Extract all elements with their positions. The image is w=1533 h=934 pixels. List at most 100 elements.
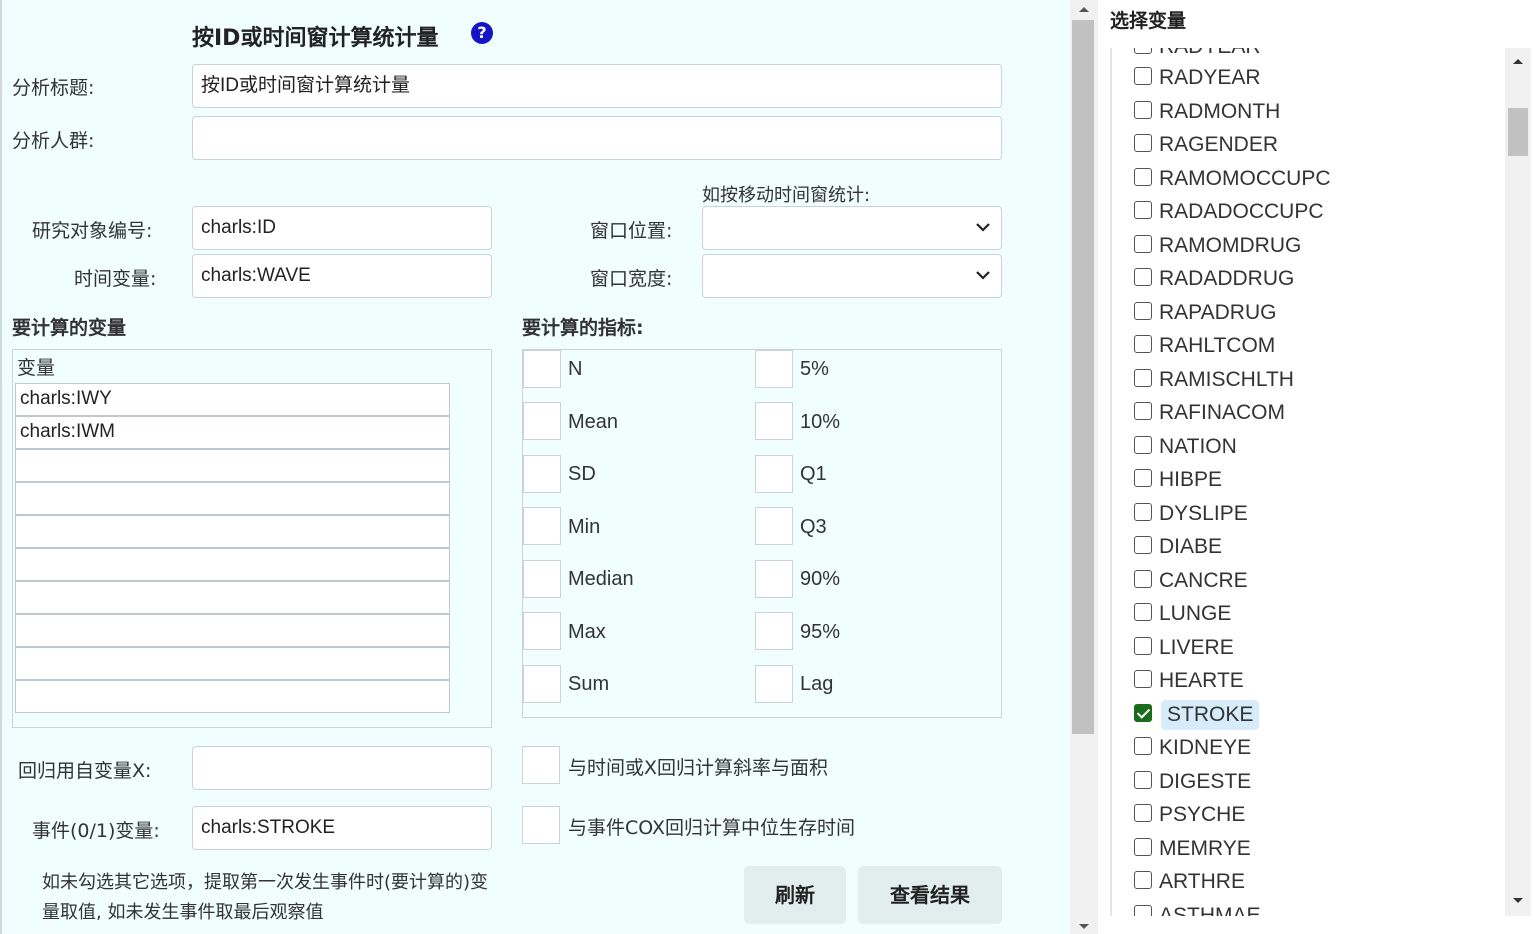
variable-name: RAPADRUG — [1159, 300, 1277, 324]
subject-id-label: 研究对象编号: — [32, 220, 153, 242]
variable-checkbox[interactable] — [1134, 670, 1152, 688]
event-variable-label: 事件(0/1)变量: — [32, 820, 160, 842]
variable-checkbox[interactable] — [1134, 234, 1152, 253]
variable-cell[interactable] — [15, 482, 450, 515]
variable-cell[interactable] — [15, 680, 450, 713]
slope-option-checkbox[interactable] — [522, 746, 560, 784]
variable-name: STROKE — [1161, 699, 1260, 730]
scroll-down-arrow-icon[interactable] — [1077, 922, 1091, 932]
variable-checkbox[interactable] — [1134, 402, 1152, 420]
indicator-checkbox-q3[interactable] — [755, 507, 793, 545]
scrollbar-thumb[interactable] — [1508, 108, 1528, 156]
indicator-checkbox-p95[interactable] — [755, 612, 793, 650]
indicator-checkbox-max[interactable] — [523, 612, 561, 650]
variable-checkbox[interactable] — [1134, 569, 1152, 588]
variable-name: ASTHMAE — [1159, 904, 1261, 916]
variable-checkbox[interactable] — [1134, 536, 1152, 554]
variable-name: RAMISCHLTH — [1159, 367, 1294, 391]
variable-cell[interactable] — [15, 548, 450, 581]
variable-panel: 选择变量 RADYEAR RADYEAR RADMONTH RAGENDER RAMO… — [1100, 0, 1533, 934]
variable-checkbox[interactable] — [1134, 167, 1152, 186]
variable-name: KIDNEYE — [1159, 736, 1252, 759]
slope-option-label: 与时间或X回归计算斜率与面积 — [568, 757, 829, 779]
time-variable-input[interactable]: charls:WAVE — [192, 254, 492, 298]
refresh-button[interactable]: 刷新 — [744, 866, 846, 924]
question-circle-icon[interactable]: ? — [471, 22, 493, 44]
variable-checkbox[interactable] — [1134, 48, 1152, 54]
variable-cell[interactable] — [15, 647, 450, 680]
cox-option-checkbox[interactable] — [522, 806, 560, 844]
variable-checkbox[interactable] — [1134, 201, 1152, 219]
view-results-button[interactable]: 查看结果 — [858, 866, 1002, 924]
variable-name: CANCRE — [1159, 568, 1248, 592]
variable-cell[interactable] — [15, 581, 450, 614]
variable-checkbox[interactable] — [1134, 703, 1152, 722]
variable-cell[interactable] — [15, 515, 450, 548]
variable-checkbox[interactable] — [1134, 837, 1152, 856]
variable-checkbox[interactable] — [1134, 871, 1152, 889]
indicator-checkbox-n[interactable] — [523, 350, 561, 388]
indicator-checkbox-median[interactable] — [523, 560, 561, 598]
variable-checkbox[interactable] — [1134, 301, 1152, 320]
population-label: 分析人群: — [12, 130, 95, 152]
variable-name: RAFINACOM — [1159, 401, 1285, 424]
indicators-box: N 5% Mean 10% SD Q1 Min Q3 Median 90% Ma… — [522, 349, 1002, 718]
variable-checkbox[interactable] — [1134, 435, 1152, 454]
chevron-down-icon — [976, 223, 990, 232]
variables-header: 变量 — [17, 357, 56, 379]
variable-checkbox[interactable] — [1134, 67, 1152, 85]
variable-cell[interactable] — [15, 449, 450, 482]
analysis-title-input[interactable]: 按ID或时间窗计算统计量 — [192, 64, 1002, 108]
indicator-label: Max — [568, 621, 606, 643]
variable-cell[interactable]: charls:IWM — [15, 416, 450, 449]
variable-checkbox[interactable] — [1134, 905, 1152, 916]
indicator-checkbox-p90[interactable] — [755, 560, 793, 598]
time-variable-label: 时间变量: — [74, 268, 157, 290]
indicator-checkbox-q1[interactable] — [755, 455, 793, 493]
cox-option-label: 与事件COX回归计算中位生存时间 — [568, 817, 856, 839]
indicator-checkbox-mean[interactable] — [523, 402, 561, 440]
variable-name: RADMONTH — [1159, 99, 1281, 123]
form-scrollbar[interactable] — [1070, 0, 1098, 934]
variable-checkbox[interactable] — [1134, 603, 1152, 621]
variable-checkbox[interactable] — [1134, 368, 1152, 387]
indicator-checkbox-min[interactable] — [523, 507, 561, 545]
indicator-checkbox-sd[interactable] — [523, 455, 561, 493]
scrollbar-thumb[interactable] — [1072, 20, 1094, 734]
window-width-select[interactable] — [702, 254, 1002, 298]
variable-checkbox[interactable] — [1134, 335, 1152, 353]
indicator-checkbox-sum[interactable] — [523, 665, 561, 703]
subject-id-input[interactable]: charls:ID — [192, 206, 492, 250]
indicator-label: Lag — [800, 673, 834, 695]
form-panel: 按ID或时间窗计算统计量 ? 分析标题: 按ID或时间窗计算统计量 分析人群: … — [0, 0, 1070, 934]
variable-checkbox[interactable] — [1134, 100, 1152, 119]
variable-checkbox[interactable] — [1134, 502, 1152, 521]
event-variable-input[interactable]: charls:STROKE — [192, 806, 492, 850]
variable-checkbox[interactable] — [1134, 737, 1152, 755]
indicator-label: Sum — [568, 673, 610, 695]
variable-checkbox[interactable] — [1134, 469, 1152, 487]
variable-panel-title: 选择变量 — [1110, 10, 1187, 32]
indicator-checkbox-p5[interactable] — [755, 350, 793, 388]
variable-name: RADYEAR — [1159, 66, 1261, 89]
window-position-select[interactable] — [702, 206, 1002, 250]
variable-cell[interactable]: charls:IWY — [15, 383, 450, 416]
variable-checkbox[interactable] — [1134, 804, 1152, 822]
indicator-checkbox-p10[interactable] — [755, 402, 793, 440]
variable-checkbox[interactable] — [1134, 770, 1152, 789]
variable-name: LUNGE — [1159, 602, 1232, 625]
variable-checkbox[interactable] — [1134, 636, 1152, 655]
variable-checkbox[interactable] — [1134, 268, 1152, 286]
population-input[interactable] — [192, 116, 1002, 160]
variable-cell[interactable] — [15, 614, 450, 647]
variable-list-scrollbar[interactable] — [1505, 48, 1531, 916]
scroll-up-arrow-icon[interactable] — [1077, 4, 1091, 14]
indicator-checkbox-lag[interactable] — [755, 665, 793, 703]
scroll-up-arrow-icon[interactable] — [1511, 56, 1525, 66]
variable-name: HIBPE — [1159, 468, 1223, 491]
scroll-down-arrow-icon[interactable] — [1511, 896, 1525, 906]
indicator-label: 10% — [800, 411, 841, 433]
indicator-label: Q1 — [800, 463, 827, 485]
regression-x-input[interactable] — [192, 746, 492, 790]
variable-checkbox[interactable] — [1134, 134, 1152, 152]
